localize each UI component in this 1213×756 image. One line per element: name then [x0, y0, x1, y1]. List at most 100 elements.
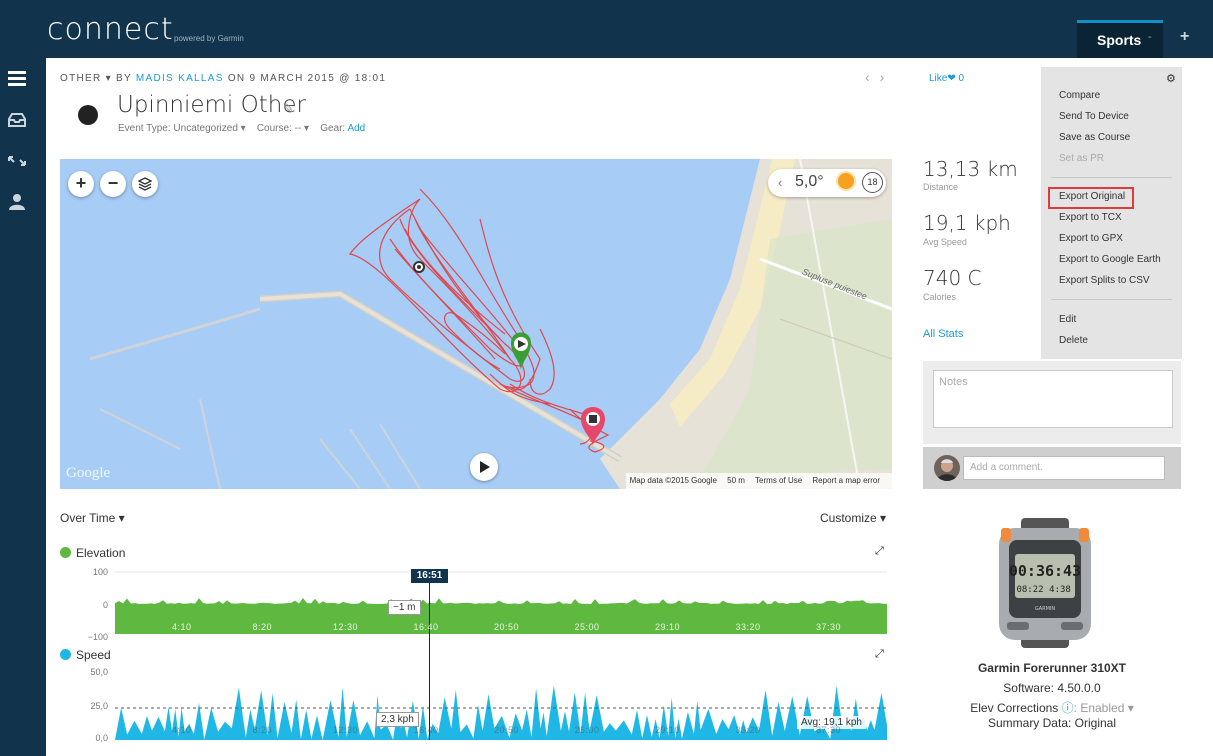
gear-icon[interactable]: ⚙ — [1166, 72, 1176, 85]
x-tick-label: 29:10 — [655, 622, 681, 632]
calories-label: Calories — [923, 292, 957, 302]
avatar[interactable] — [934, 455, 960, 481]
device-image: 00:36:43 08:22 4:38 GARMIN — [993, 518, 1097, 648]
x-tick-label: 16:40 — [413, 622, 439, 632]
elev-ytick: 100 — [92, 567, 108, 577]
like-button[interactable]: Like❤ 0 — [929, 73, 964, 84]
customize-dropdown[interactable]: Customize ▾ — [820, 511, 886, 525]
tab-dropdown-icon[interactable]: - — [1148, 31, 1152, 43]
expand-elevation-icon[interactable]: ⤢ — [875, 545, 884, 558]
activity-actions-menu: ⚙ Compare Send To Device Save as Course … — [1041, 67, 1182, 359]
weather-widget[interactable]: ‹ 5,0° 18 — [768, 169, 886, 197]
chart-cursor[interactable] — [429, 580, 430, 740]
map-attribution: Map data ©2015 Google 50 m Terms of Use … — [625, 473, 892, 489]
speed-ytick: 0,0 — [95, 733, 108, 743]
device-software: Software: 4.50.0.0 — [1003, 681, 1101, 695]
inbox-icon[interactable] — [8, 113, 26, 127]
menu-icon[interactable] — [8, 70, 26, 86]
elev-ytick: 0 — [102, 600, 108, 610]
logo-subtitle: powered by Garmin — [174, 34, 244, 43]
heart-icon: ❤ — [947, 73, 956, 84]
side-nav — [0, 58, 34, 756]
menu-item-export-tcx[interactable]: Export to TCX — [1059, 212, 1122, 223]
page-title[interactable]: Upinniemi Other — [117, 92, 306, 118]
calories-value: 740 C — [923, 266, 982, 290]
map-scale: 50 m — [727, 476, 745, 485]
notes-input[interactable]: Notes — [933, 370, 1173, 428]
x-tick-label: 25:00 — [574, 622, 600, 632]
elev-corrections-label: Elev Corrections — [970, 701, 1059, 715]
connections-icon[interactable] — [8, 155, 26, 167]
weather-collapse-icon[interactable]: ‹ — [778, 175, 782, 190]
all-stats-link[interactable]: All Stats — [923, 328, 963, 340]
menu-item-set-as-pr: Set as PR — [1059, 153, 1105, 164]
map-layers-button[interactable] — [132, 171, 158, 197]
elev-ytick: −100 — [87, 632, 108, 642]
menu-item-save-as-course[interactable]: Save as Course — [1059, 132, 1130, 143]
customize-label: Customize — [820, 511, 877, 525]
map-canvas — [60, 159, 892, 489]
x-tick-label: 37:30 — [816, 725, 842, 735]
elevation-legend: Elevation — [60, 546, 125, 560]
like-label: Like — [929, 73, 948, 84]
activity-map[interactable]: + − ‹ 5,0° 18 Supluse puiestee Google Ma… — [60, 159, 892, 489]
terms-link[interactable]: Terms of Use — [755, 476, 802, 485]
connect-logo[interactable]: connect — [47, 15, 174, 45]
edit-title-icon[interactable]: ✎ — [283, 101, 294, 117]
x-tick-label: 33:20 — [735, 622, 761, 632]
distance-value: 13,13 km — [923, 157, 1018, 181]
help-icon[interactable]: ⓘ — [1062, 701, 1074, 715]
x-tick-label: 4:10 — [172, 622, 192, 632]
zoom-out-button[interactable]: − — [100, 171, 126, 197]
prev-activity-icon[interactable]: ‹ — [865, 69, 880, 85]
breadcrumb: OTHER ▾ BY MADIS KALLAS ON 9 MARCH 2015 … — [60, 73, 386, 84]
expand-speed-icon[interactable]: ⤢ — [875, 648, 884, 661]
x-tick-label: 12:30 — [333, 622, 359, 632]
menu-item-export-gpx[interactable]: Export to GPX — [1059, 233, 1123, 244]
menu-divider — [1051, 299, 1172, 300]
avg-speed-value: 19,1 kph — [923, 211, 1011, 235]
watch-sub1: 08:22 — [1016, 585, 1043, 595]
author-link[interactable]: MADIS KALLAS — [136, 73, 224, 84]
play-replay-button[interactable] — [470, 453, 498, 481]
watch-icon: 00:36:43 08:22 4:38 GARMIN — [999, 518, 1091, 648]
distance-label: Distance — [923, 182, 959, 192]
next-activity-icon[interactable]: › — [880, 69, 895, 85]
report-error-link[interactable]: Report a map error — [812, 476, 880, 485]
activity-type-icon — [78, 105, 98, 125]
temperature: 5,0° — [795, 173, 824, 190]
course-dropdown[interactable]: Course: -- — [257, 123, 301, 134]
menu-item-compare[interactable]: Compare — [1059, 90, 1100, 101]
x-tick-label: 25:00 — [574, 725, 600, 735]
over-time-dropdown[interactable]: Over Time ▾ — [60, 511, 125, 525]
like-count: 0 — [958, 73, 965, 84]
activity-type-caret-icon[interactable]: ▾ — [106, 73, 116, 84]
x-tick-label: 33:20 — [735, 725, 761, 735]
menu-item-export-google-earth[interactable]: Export to Google Earth — [1059, 254, 1161, 265]
event-type-dropdown[interactable]: Event Type: Uncategorized — [118, 123, 238, 134]
activity-nav: ‹› — [865, 69, 894, 85]
x-tick-label: 37:30 — [816, 622, 842, 632]
menu-item-delete[interactable]: Delete — [1059, 335, 1088, 346]
x-tick-label: 4:10 — [172, 725, 192, 735]
nav-border — [34, 58, 46, 756]
menu-item-edit[interactable]: Edit — [1059, 314, 1076, 325]
user-icon[interactable] — [8, 193, 26, 211]
add-tab-button[interactable]: + — [1180, 28, 1189, 46]
breadcrumb-date: ON 9 MARCH 2015 @ 18:01 — [227, 73, 387, 84]
notes-panel: Notes — [923, 361, 1181, 444]
x-tick-label: 8:20 — [252, 622, 273, 632]
menu-item-send-to-device[interactable]: Send To Device — [1059, 111, 1129, 122]
speed-tooltip: 2,3 kph — [376, 712, 419, 727]
zoom-in-button[interactable]: + — [68, 171, 94, 197]
menu-item-export-splits-csv[interactable]: Export Splits to CSV — [1059, 275, 1150, 286]
add-gear-link[interactable]: Add — [347, 123, 365, 134]
comment-bar: Add a comment. — [923, 447, 1181, 489]
elevation-dot-icon — [60, 547, 71, 558]
wind-speed: 18 — [862, 172, 883, 193]
comment-input[interactable]: Add a comment. — [963, 456, 1165, 480]
elev-corrections-value[interactable]: : Enabled — [1074, 701, 1125, 715]
activity-type-dropdown[interactable]: OTHER — [60, 73, 102, 84]
elev-corrections: Elev Corrections ⓘ: Enabled ▾ — [970, 701, 1134, 715]
x-tick-label: 29:10 — [655, 725, 681, 735]
